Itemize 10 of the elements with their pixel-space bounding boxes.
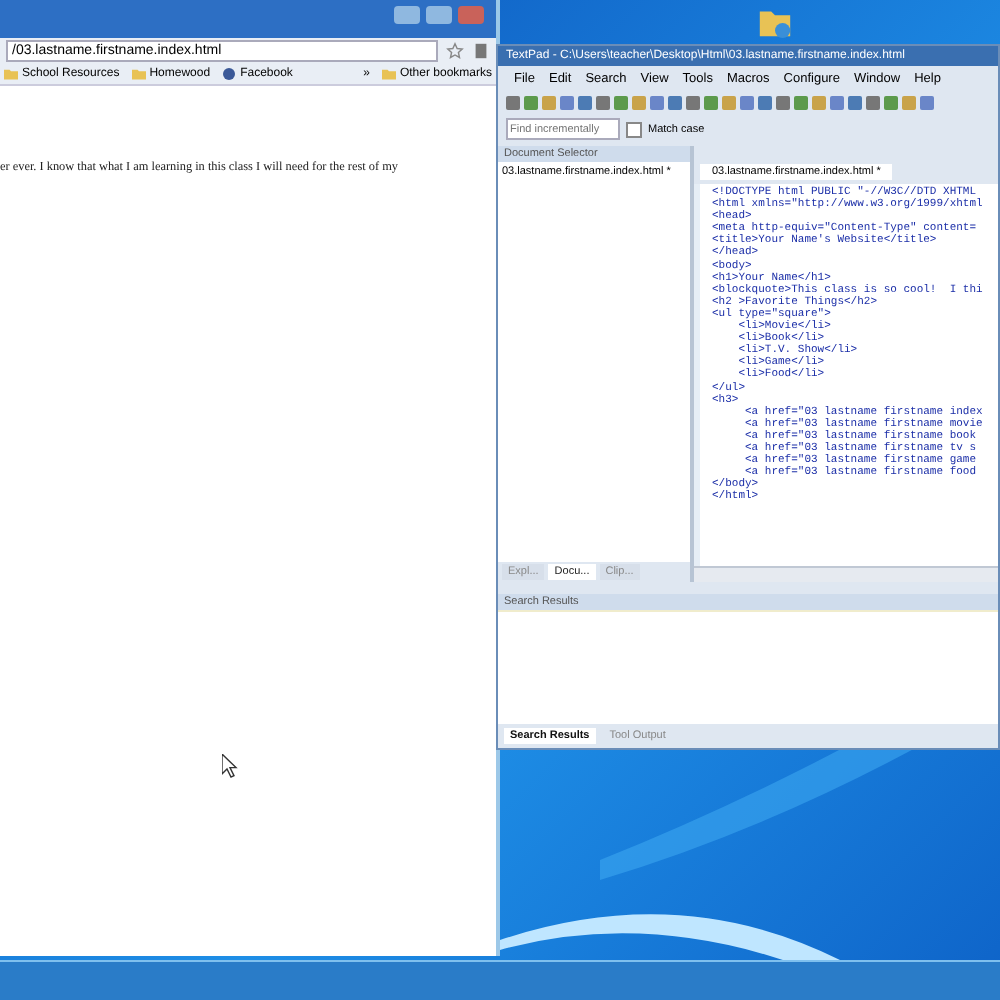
star-icon[interactable] (446, 42, 464, 60)
scrollbar[interactable] (694, 566, 998, 582)
match-case-checkbox[interactable] (626, 121, 642, 137)
circle-icon (222, 68, 237, 80)
minimize-button[interactable] (394, 6, 420, 24)
folder-icon (381, 68, 396, 80)
mouse-cursor-icon (222, 754, 238, 778)
maximize-button[interactable] (426, 6, 452, 24)
folder-icon (131, 68, 146, 80)
folder-icon (4, 68, 18, 80)
